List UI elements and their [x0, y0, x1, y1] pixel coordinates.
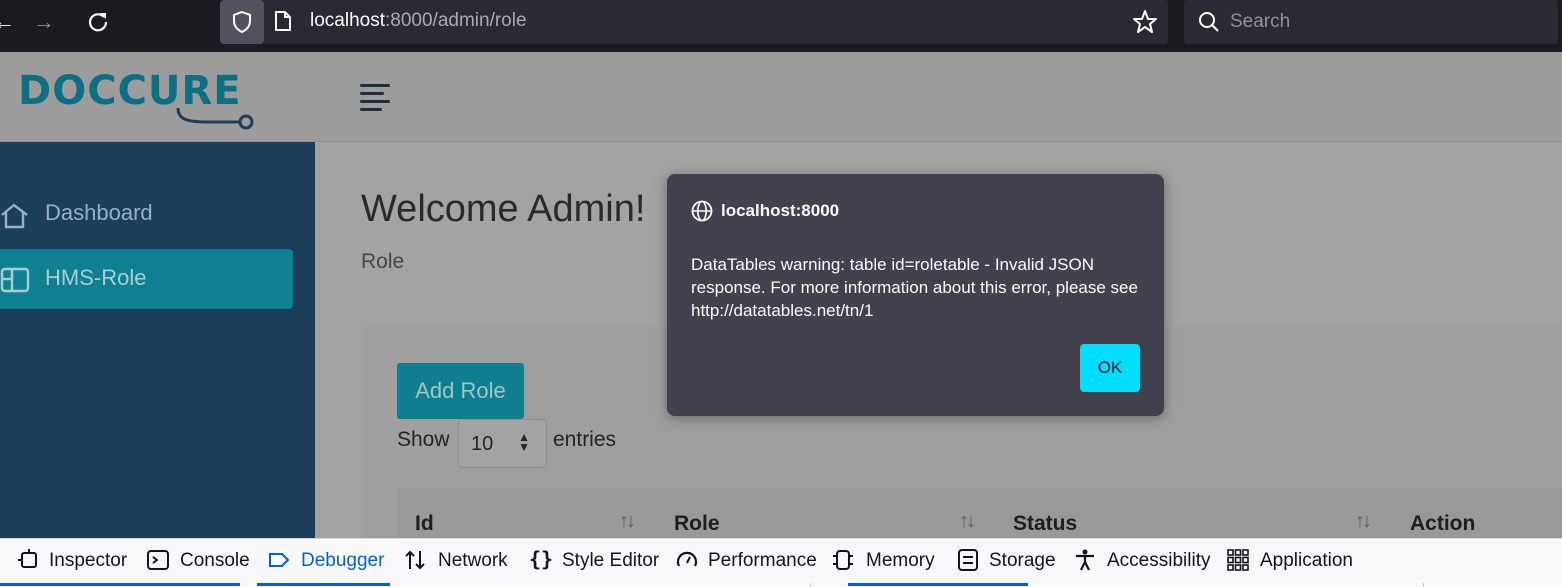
dialog-message: DataTables warning: table id=roletable -… [691, 255, 1138, 320]
globe-icon [691, 200, 713, 222]
add-role-button[interactable]: Add Role [397, 363, 524, 419]
network-icon [405, 550, 425, 570]
devtools-toolbar: Inspector Console Debugger Network {} St… [0, 538, 1562, 587]
search-bar[interactable]: Search [1184, 0, 1558, 44]
tab-console[interactable]: Console [147, 539, 250, 585]
app-header: DOCCURE [0, 52, 1562, 142]
tab-memory[interactable]: Memory [832, 539, 936, 585]
menu-toggle-icon[interactable] [360, 84, 390, 112]
tab-accessibility[interactable]: Accessibility [1074, 539, 1210, 585]
entries-label: entries [553, 428, 617, 451]
entries-value: 10 [471, 433, 494, 455]
divider [1423, 583, 1424, 587]
column-header-id[interactable]: Id [415, 512, 434, 536]
tab-storage[interactable]: Storage [957, 539, 1056, 585]
url-text[interactable]: localhost:8000/admin/role [310, 10, 527, 32]
tab-inspector[interactable]: Inspector [18, 539, 127, 585]
page-icon[interactable] [274, 10, 292, 32]
ok-button[interactable]: OK [1080, 344, 1140, 392]
tab-indicator [0, 583, 240, 586]
breadcrumb: Role [361, 250, 405, 273]
layout-icon [0, 267, 30, 293]
console-icon [147, 550, 169, 570]
bookmark-star-icon[interactable] [1132, 9, 1158, 35]
tab-debugger[interactable]: Debugger [268, 539, 384, 585]
sidebar-item-dashboard[interactable]: Dashboard [0, 184, 293, 244]
column-header-action: Action [1410, 512, 1476, 535]
doccure-logo[interactable]: DOCCURE [18, 66, 258, 130]
inspector-icon [18, 549, 37, 568]
show-label: Show [397, 428, 450, 451]
back-arrow-icon[interactable]: ← [0, 6, 22, 38]
sidebar-item-label: HMS-Role [45, 265, 147, 290]
page-title: Welcome Admin! [361, 188, 646, 230]
gauge-icon [676, 551, 698, 567]
sidebar-item-label: Dashboard [45, 200, 153, 225]
stethoscope-icon [176, 107, 254, 130]
reload-icon[interactable] [80, 6, 116, 38]
sidebar: Dashboard HMS-Role [0, 142, 315, 538]
tab-style-editor[interactable]: {} Style Editor [529, 539, 659, 585]
column-header-role[interactable]: Role [674, 512, 720, 536]
accessibility-icon [1076, 549, 1094, 571]
sidebar-item-hms-role[interactable]: HMS-Role [0, 249, 293, 309]
active-tab-indicator [257, 583, 390, 586]
updown-caret-icon: ▲ ▼ [518, 430, 530, 454]
tab-application[interactable]: Application [1227, 539, 1353, 585]
divider [810, 583, 811, 587]
tab-performance[interactable]: Performance [676, 539, 817, 585]
storage-icon [958, 549, 978, 571]
entries-per-page-select[interactable]: 10 ▲ ▼ [458, 419, 547, 468]
forward-arrow-icon[interactable]: → [26, 6, 62, 38]
sort-icon[interactable]: ↑↓ [1355, 510, 1372, 533]
url-path: :8000/admin/role [385, 10, 527, 31]
memory-icon [833, 550, 853, 570]
tracking-protection-shield-icon[interactable] [220, 0, 264, 44]
braces-icon: {} [529, 547, 554, 571]
search-placeholder: Search [1230, 11, 1291, 32]
dialog-origin: localhost:8000 [721, 201, 840, 220]
search-icon [1199, 12, 1219, 32]
tab-network[interactable]: Network [404, 539, 509, 585]
tab-indicator [848, 583, 1028, 586]
home-icon [1, 203, 28, 229]
browser-toolbar: ← → localhost:8000/admin/role Search [0, 0, 1562, 52]
sort-icon[interactable]: ↑↓ [619, 510, 636, 533]
url-bar[interactable]: localhost:8000/admin/role [220, 0, 1168, 44]
url-host: localhost [310, 10, 385, 31]
alert-dialog: localhost:8000 DataTables warning: table… [667, 174, 1164, 416]
grid-icon [1227, 549, 1249, 571]
sort-icon[interactable]: ↑↓ [959, 510, 976, 533]
debugger-icon [269, 553, 290, 567]
column-header-status[interactable]: Status [1013, 512, 1077, 536]
